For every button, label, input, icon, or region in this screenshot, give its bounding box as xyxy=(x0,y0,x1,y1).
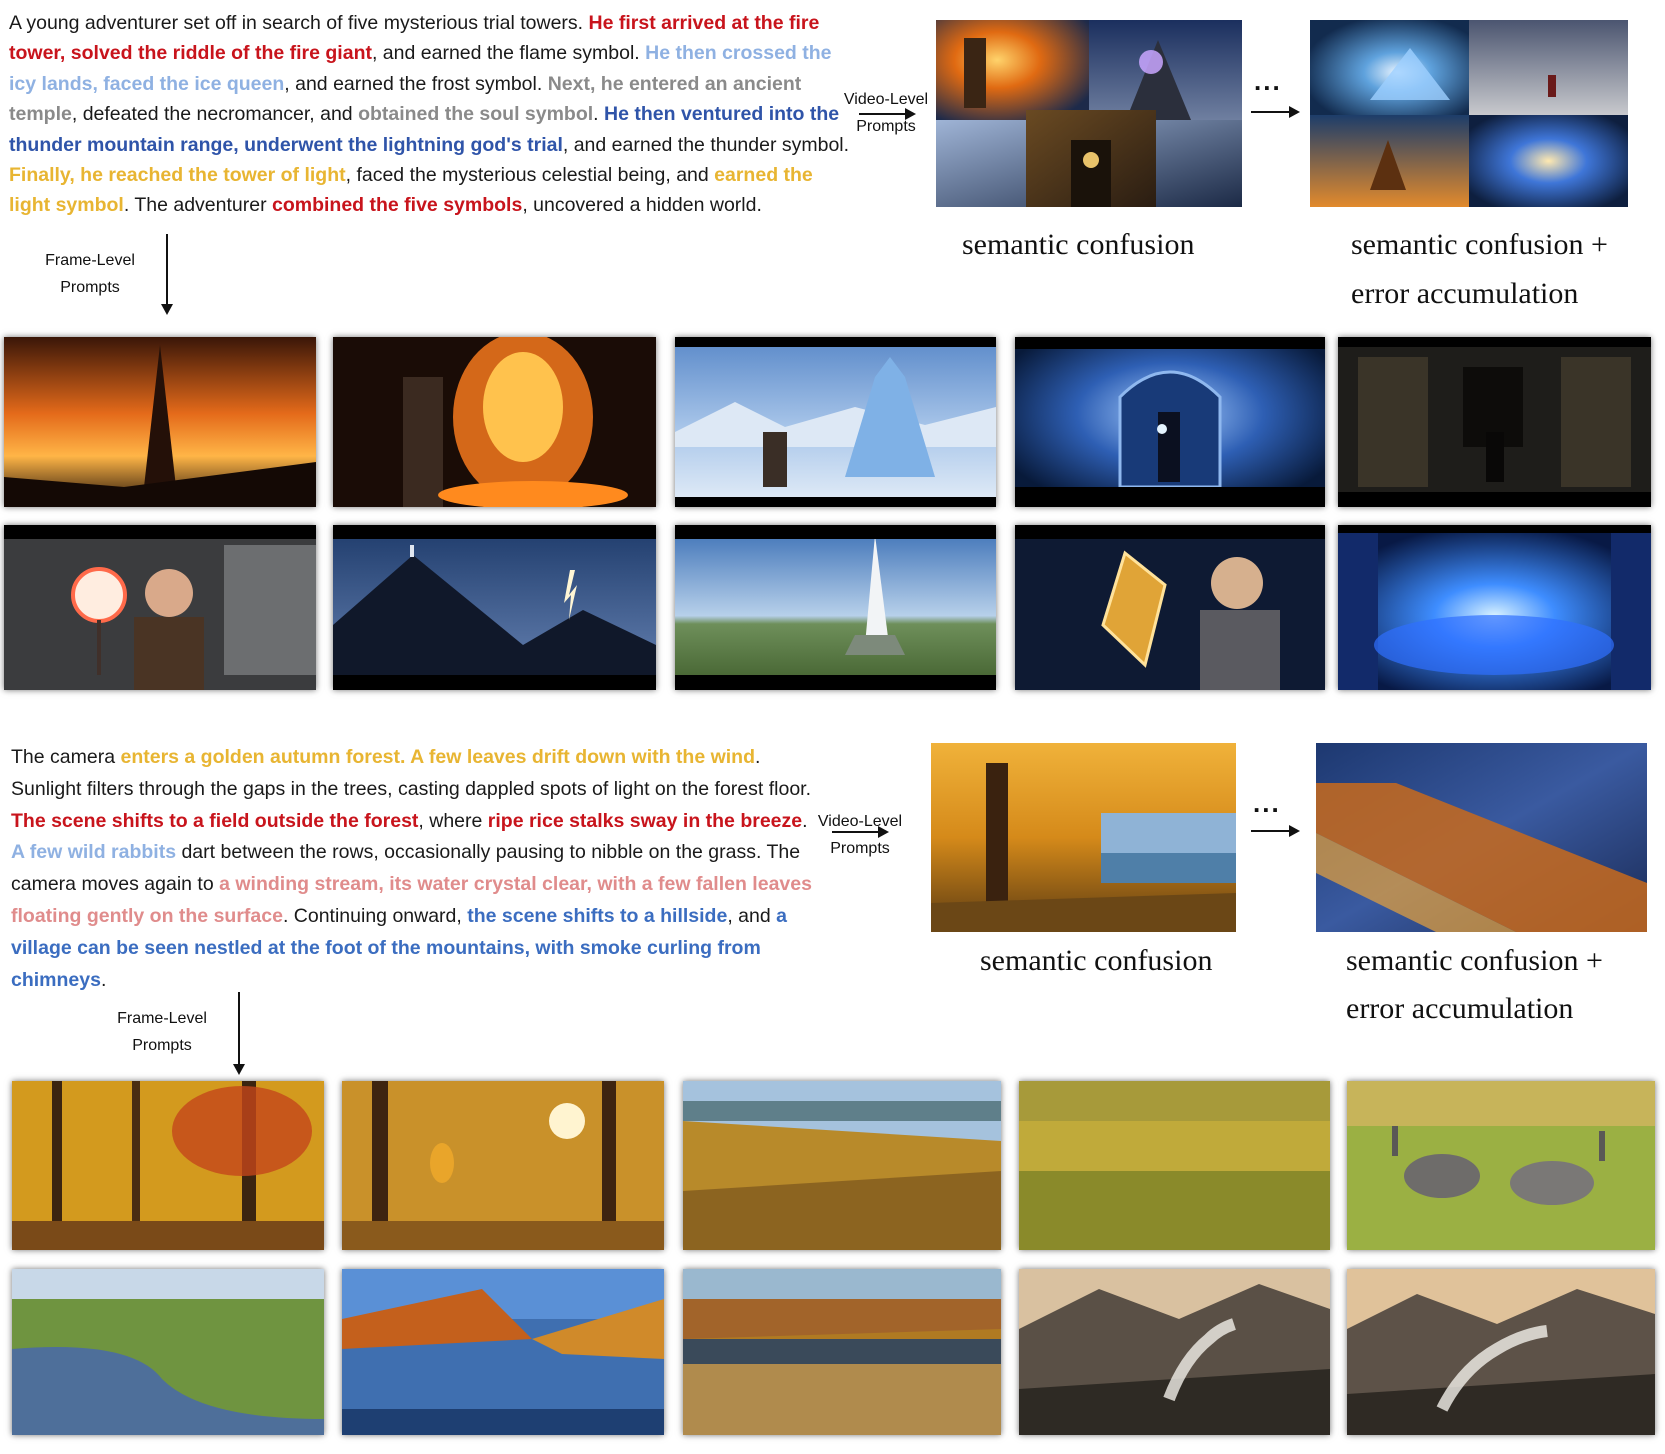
caption-error-accumulation: error accumulation xyxy=(1346,992,1574,1025)
story-prompt-text: A young adventurer set off in search of … xyxy=(9,8,854,221)
frame-fire-tower xyxy=(4,337,316,507)
frame-lightning-symbol xyxy=(1015,525,1325,690)
frame-village-chimney-smoke xyxy=(1347,1269,1655,1435)
video-level-prompts-label: Video-Level Prompts xyxy=(817,813,903,857)
story-prompt-text: The camera enters a golden autumn forest… xyxy=(11,742,826,996)
error-accumulation-result-image xyxy=(1310,20,1628,207)
frame-ancient-temple xyxy=(1338,337,1651,507)
nature-example-panel: The camera enters a golden autumn forest… xyxy=(0,735,1665,1454)
error-accumulation-result-image xyxy=(1316,743,1647,932)
ellipsis: ... xyxy=(1254,66,1282,96)
caption-semantic-confusion: semantic confusion xyxy=(980,944,1213,977)
caption-semantic-confusion-plus: semantic confusion + xyxy=(1346,944,1603,977)
highlighted-phrase: A few wild rabbits xyxy=(11,841,177,864)
video-level-arrow xyxy=(859,108,916,120)
highlighted-phrase: ripe rice stalks sway in the breeze xyxy=(487,809,803,832)
accumulation-arrow xyxy=(1251,106,1300,118)
plain-phrase: , and earned the flame symbol. xyxy=(371,42,646,65)
frame-village-smoke xyxy=(1019,1269,1330,1435)
plain-phrase: , defeated the necromancer, and xyxy=(71,103,359,126)
caption-error-accumulation: error accumulation xyxy=(1351,277,1579,310)
accumulation-arrow xyxy=(1251,825,1300,837)
highlighted-phrase: The scene shifts to a field outside the … xyxy=(11,809,419,832)
plain-phrase: , uncovered a hidden world. xyxy=(522,194,762,217)
plain-phrase: The camera xyxy=(11,746,121,768)
plain-phrase: , where xyxy=(418,809,488,832)
frame-level-arrow xyxy=(161,234,173,315)
frame-stream-autumn-trees xyxy=(342,1269,664,1435)
highlighted-phrase: the scene shifts to a hillside xyxy=(467,904,728,927)
highlighted-phrase: obtained the soul symbol xyxy=(358,103,594,126)
frame-autumn-landscape xyxy=(683,1081,1001,1250)
plain-phrase: . xyxy=(593,103,605,126)
plain-phrase: . xyxy=(100,968,107,991)
frame-level-prompts-label: Frame-Level Prompts xyxy=(117,1010,207,1054)
frame-tower-of-light xyxy=(675,525,996,690)
plain-phrase: , and earned the frost symbol. xyxy=(284,72,548,95)
frame-level-prompts-label: Frame-Level Prompts xyxy=(45,252,135,296)
frame-floating-leaves xyxy=(683,1269,1001,1435)
plain-phrase: . The adventurer xyxy=(123,194,272,217)
highlighted-phrase: enters a golden autumn forest. A few lea… xyxy=(120,746,756,768)
frame-ice-palace xyxy=(675,337,996,507)
video-level-arrow xyxy=(832,826,889,838)
semantic-confusion-result-image xyxy=(936,20,1242,207)
ellipsis: ... xyxy=(1253,788,1281,818)
plain-phrase: . Continuing onward, xyxy=(282,904,468,927)
frame-rice-field xyxy=(1019,1081,1330,1250)
caption-semantic-confusion-plus: semantic confusion + xyxy=(1351,228,1608,261)
frame-winding-stream xyxy=(12,1269,324,1435)
frame-fire-giant xyxy=(333,337,656,507)
semantic-confusion-result-image xyxy=(931,743,1236,932)
frame-thunder-mountain xyxy=(333,525,656,690)
caption-semantic-confusion: semantic confusion xyxy=(962,228,1195,261)
highlighted-phrase: Finally, he reached the tower of light xyxy=(9,164,346,187)
frame-ice-queen xyxy=(1015,337,1325,507)
plain-phrase: . xyxy=(802,809,808,832)
frame-blue-portal xyxy=(1338,525,1651,690)
frame-leaves-drift xyxy=(342,1081,664,1250)
highlighted-phrase: combined the five symbols xyxy=(272,194,523,217)
frame-boy-symbol xyxy=(4,525,316,690)
plain-phrase: A young adventurer set off in search of … xyxy=(9,12,589,34)
frame-level-arrow xyxy=(233,992,245,1075)
plain-phrase: , and xyxy=(727,904,777,927)
frame-rabbits xyxy=(1347,1081,1655,1250)
plain-phrase: , faced the mysterious celestial being, … xyxy=(345,164,715,187)
frame-autumn-forest xyxy=(12,1081,324,1250)
plain-phrase: , and earned the thunder symbol. xyxy=(562,133,850,156)
fantasy-example-panel: A young adventurer set off in search of … xyxy=(0,0,1665,700)
